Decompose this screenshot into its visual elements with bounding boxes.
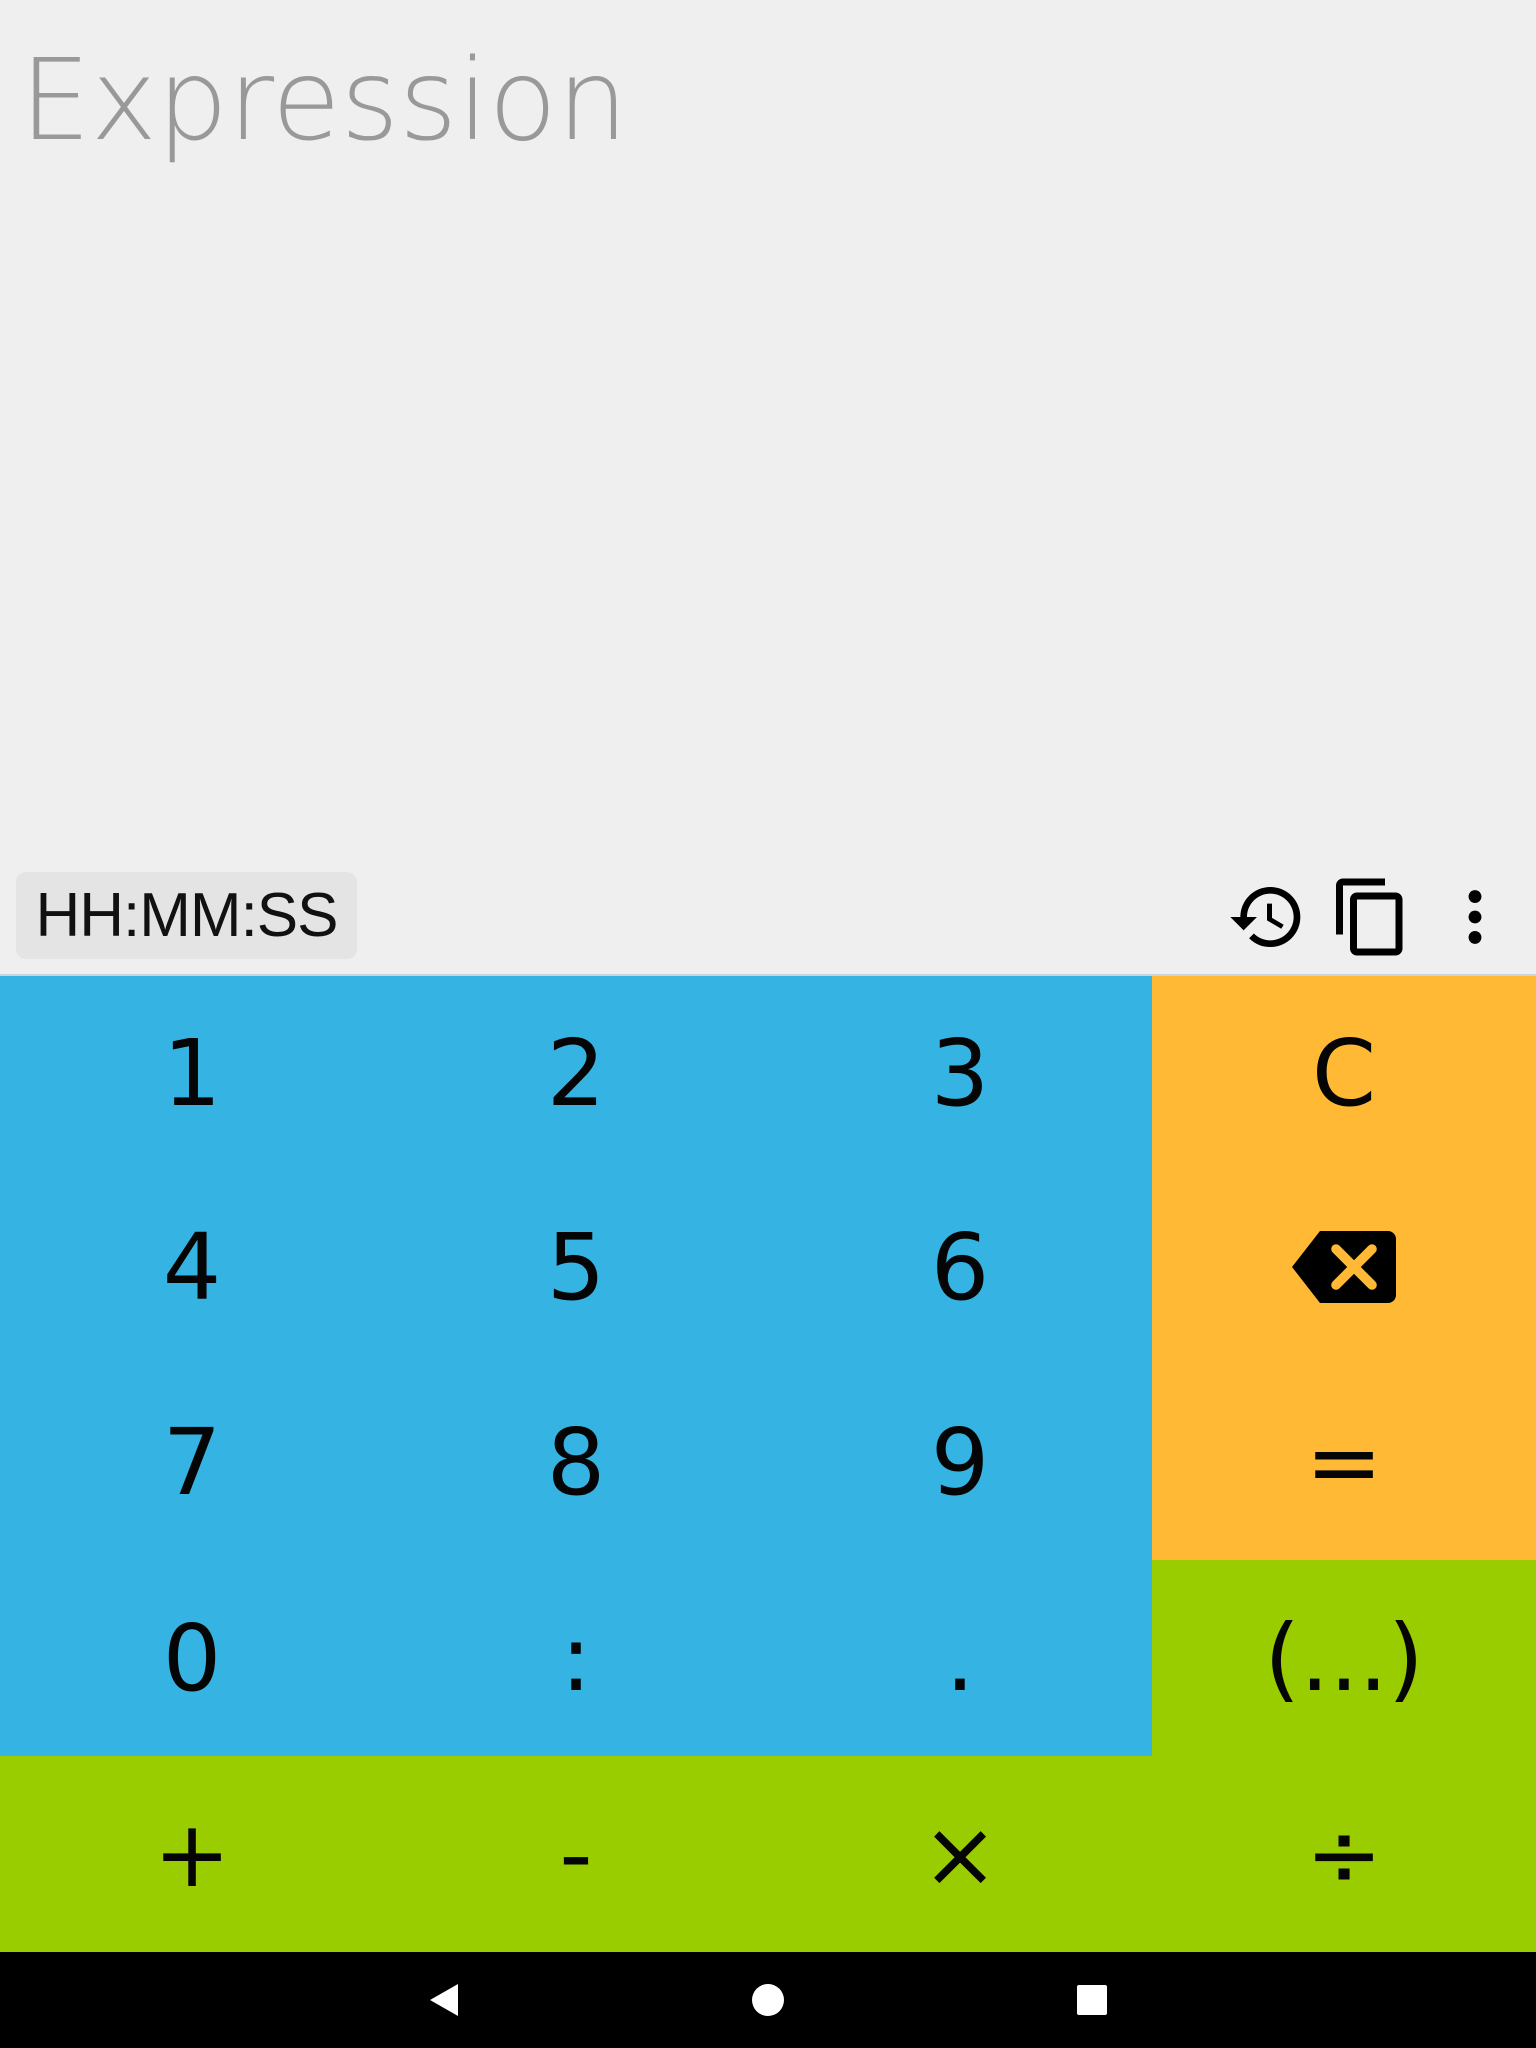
key-6[interactable]: 6: [768, 1170, 1152, 1364]
time-mode-chip[interactable]: HH:MM:SS: [16, 872, 357, 959]
nav-home-button[interactable]: [708, 1952, 828, 2048]
copy-button[interactable]: [1326, 872, 1416, 962]
history-icon: [1230, 887, 1301, 947]
multiply-button[interactable]: ×: [768, 1756, 1152, 1952]
key-3[interactable]: 3: [768, 976, 1152, 1170]
divide-button[interactable]: ÷: [1152, 1756, 1536, 1952]
key-2[interactable]: 2: [384, 976, 768, 1170]
add-button[interactable]: +: [0, 1756, 384, 1952]
subtract-button[interactable]: -: [384, 1756, 768, 1952]
key-colon[interactable]: :: [384, 1560, 768, 1756]
parentheses-button[interactable]: (...): [1152, 1560, 1536, 1756]
nav-recents-button[interactable]: [1032, 1952, 1152, 2048]
key-5[interactable]: 5: [384, 1170, 768, 1364]
backspace-button[interactable]: [1152, 1170, 1536, 1364]
key-decimal[interactable]: .: [768, 1560, 1152, 1756]
expression-input[interactable]: [20, 36, 1516, 166]
system-navigation-bar: [0, 1952, 1536, 2048]
recents-icon: [1077, 1985, 1107, 2015]
key-4[interactable]: 4: [0, 1170, 384, 1364]
history-button[interactable]: [1222, 872, 1312, 962]
time-mode-label: HH:MM:SS: [35, 881, 339, 950]
key-7[interactable]: 7: [0, 1364, 384, 1560]
key-0[interactable]: 0: [0, 1560, 384, 1756]
clear-button[interactable]: C: [1152, 976, 1536, 1170]
key-9[interactable]: 9: [768, 1364, 1152, 1560]
copy-icon: [1336, 878, 1403, 956]
nav-back-button[interactable]: [384, 1952, 504, 2048]
calculator-app: HH:MM:SS 1 2 3 C 4 5 6: [0, 0, 1536, 2048]
key-1[interactable]: 1: [0, 976, 384, 1170]
equals-button[interactable]: =: [1152, 1364, 1536, 1560]
more-options-button[interactable]: [1440, 872, 1510, 962]
backspace-icon: [1292, 1231, 1396, 1303]
back-icon: [430, 1984, 458, 2016]
more-vert-icon: [1468, 890, 1482, 944]
display-area: HH:MM:SS: [0, 0, 1536, 975]
home-icon: [752, 1984, 784, 2016]
key-8[interactable]: 8: [384, 1364, 768, 1560]
